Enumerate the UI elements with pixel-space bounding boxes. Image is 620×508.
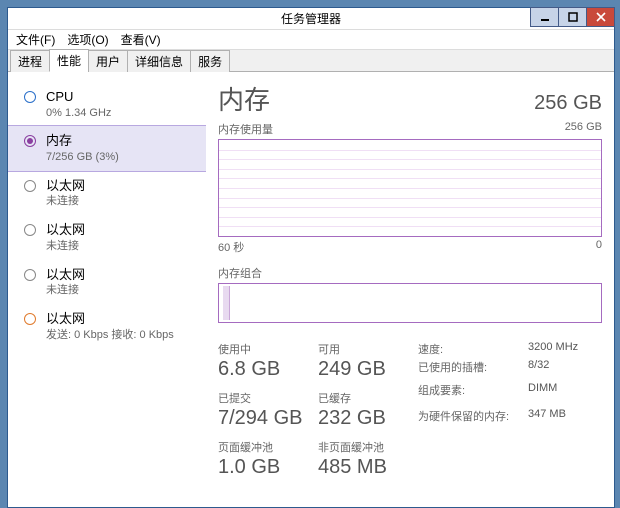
tab-performance[interactable]: 性能 [49,49,89,72]
menu-options[interactable]: 选项(O) [65,31,110,48]
nonpaged-pool-label: 非页面缓冲池 [318,439,418,455]
memory-total: 256 GB [534,92,602,115]
composition-chart-label: 内存组合 [218,265,602,281]
content-area: CPU 0% 1.34 GHz 内存 7/256 GB (3%) 以太网 未连接 [8,72,614,507]
sidebar-item-ethernet-2[interactable]: 以太网 未连接 [8,215,206,259]
in-use-value: 6.8 GB [218,359,318,380]
speed-label: 速度: [418,341,528,357]
ethernet-indicator-icon [24,180,36,192]
cpu-indicator-icon [24,91,36,103]
usage-chart-max: 256 GB [565,121,602,137]
tab-users[interactable]: 用户 [88,50,128,72]
minimize-button[interactable] [530,7,559,27]
in-use-label: 使用中 [218,341,318,357]
sidebar-eth3-sub: 未连接 [46,283,85,298]
tab-processes[interactable]: 进程 [10,50,50,72]
sidebar-item-cpu[interactable]: CPU 0% 1.34 GHz [8,82,206,126]
sidebar-item-ethernet-1[interactable]: 以太网 未连接 [8,171,206,215]
available-label: 可用 [318,341,418,357]
sidebar-eth2-title: 以太网 [46,221,85,239]
committed-value: 7/294 GB [218,408,318,429]
ethernet-indicator-icon [24,224,36,236]
paged-pool-label: 页面缓冲池 [218,439,318,455]
sidebar-memory-sub: 7/256 GB (3%) [46,150,119,165]
ethernet-indicator-icon [24,313,36,325]
memory-detail-pane: 内存 256 GB 内存使用量 256 GB 60 秒 0 [206,72,614,507]
minimize-icon [540,12,550,22]
available-value: 249 GB [318,359,418,380]
menu-bar: 文件(F) 选项(O) 查看(V) [8,30,614,50]
sidebar-item-ethernet-3[interactable]: 以太网 未连接 [8,260,206,304]
maximize-icon [568,12,578,22]
sidebar-eth1-sub: 未连接 [46,194,85,209]
nonpaged-pool-value: 485 MB [318,457,418,478]
memory-indicator-icon [24,135,36,147]
hw-reserved-value: 347 MB [528,408,602,429]
menu-file[interactable]: 文件(F) [14,31,57,48]
slots-label: 已使用的插槽: [418,359,528,380]
cached-label: 已缓存 [318,390,418,406]
page-title: 内存 [218,80,270,117]
chart-x-left: 60 秒 [218,239,244,255]
maximize-button[interactable] [558,7,587,27]
sidebar-eth4-sub: 发送: 0 Kbps 接收: 0 Kbps [46,328,174,343]
chart-x-right: 0 [596,239,602,255]
sidebar-item-memory[interactable]: 内存 7/256 GB (3%) [8,125,206,171]
memory-in-use-segment [223,286,230,320]
tab-details[interactable]: 详细信息 [127,50,191,72]
hw-reserved-label: 为硬件保留的内存: [418,408,528,429]
memory-usage-chart [218,139,602,237]
close-button[interactable] [586,7,615,27]
sidebar-item-ethernet-4[interactable]: 以太网 发送: 0 Kbps 接收: 0 Kbps [8,304,206,348]
cached-value: 232 GB [318,408,418,429]
titlebar[interactable]: 任务管理器 [8,8,614,30]
window-controls [531,7,615,27]
sidebar-cpu-sub: 0% 1.34 GHz [46,106,111,121]
tab-services[interactable]: 服务 [190,50,230,72]
usage-chart-label: 内存使用量 [218,121,273,137]
form-factor-label: 组成要素: [418,382,528,406]
menu-view[interactable]: 查看(V) [119,31,163,48]
sidebar-eth4-title: 以太网 [46,310,174,328]
memory-composition-chart [218,283,602,323]
form-factor-value: DIMM [528,382,602,406]
sidebar-eth2-sub: 未连接 [46,239,85,254]
ethernet-indicator-icon [24,269,36,281]
close-icon [596,12,606,22]
sidebar-cpu-title: CPU [46,88,111,106]
sidebar-eth1-title: 以太网 [46,177,85,195]
task-manager-window: 任务管理器 文件(F) 选项(O) 查看(V) 进程 性能 用户 详细信息 服务 [7,7,615,508]
committed-label: 已提交 [218,390,318,406]
paged-pool-value: 1.0 GB [218,457,318,478]
memory-stats-grid: 使用中 可用 速度: 3200 MHz 6.8 GB 249 GB 已使用的插槽… [218,341,602,478]
performance-sidebar: CPU 0% 1.34 GHz 内存 7/256 GB (3%) 以太网 未连接 [8,72,206,507]
window-title: 任务管理器 [281,10,341,27]
slots-value: 8/32 [528,359,602,380]
speed-value: 3200 MHz [528,341,602,357]
sidebar-memory-title: 内存 [46,132,119,150]
tab-strip: 进程 性能 用户 详细信息 服务 [8,50,614,72]
sidebar-eth3-title: 以太网 [46,266,85,284]
